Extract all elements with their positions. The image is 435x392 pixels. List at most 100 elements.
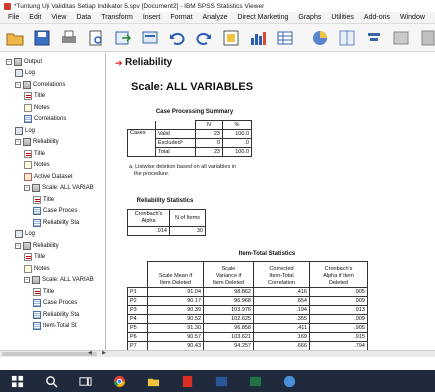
windows-start-icon[interactable]: [6, 372, 28, 390]
scroll-right-icon[interactable]: ▶: [102, 350, 106, 357]
pdf-icon[interactable]: [176, 372, 198, 390]
insert-output-icon[interactable]: [363, 28, 385, 48]
cell-mean: 91.30: [147, 323, 204, 333]
reliability-stats-title: Reliability Statistics: [136, 198, 194, 204]
notes-icon: [24, 161, 32, 169]
outline-item[interactable]: Case Proces: [33, 207, 77, 216]
variables-icon[interactable]: [274, 28, 296, 48]
outline-item-label: Item-Total St: [43, 323, 77, 329]
pie-icon[interactable]: [309, 28, 331, 48]
menu-insert[interactable]: Insert: [138, 14, 166, 21]
cell-var: 98.862: [203, 287, 254, 297]
open-icon[interactable]: [4, 28, 26, 48]
menu-analyze[interactable]: Analyze: [198, 14, 233, 21]
reliability-stats-table[interactable]: Cronbach's Alpha N of Items .914 30: [127, 209, 206, 236]
outline-item[interactable]: Title: [24, 92, 45, 101]
cell-var: 94.257: [203, 341, 254, 350]
collapse-toggle-icon[interactable]: −: [6, 58, 12, 65]
outline-item[interactable]: Title: [24, 253, 45, 262]
outline-item[interactable]: Correlations: [24, 115, 66, 124]
outline-item[interactable]: Title: [33, 287, 54, 296]
outline-item[interactable]: Notes: [24, 264, 50, 273]
outline-item[interactable]: Item-Total St: [33, 322, 77, 331]
file-explorer-icon[interactable]: [142, 372, 164, 390]
outline-item[interactable]: Active Dataset: [24, 172, 73, 181]
script-icon[interactable]: [417, 28, 435, 48]
menu-graphs[interactable]: Graphs: [293, 14, 326, 21]
menu-data[interactable]: Data: [71, 14, 96, 21]
goto-data-icon[interactable]: [220, 28, 242, 48]
cell-alpha: .794: [309, 341, 368, 350]
task-view-icon[interactable]: [74, 372, 96, 390]
chrome-icon[interactable]: [108, 372, 130, 390]
outline-item[interactable]: − Correlations: [15, 80, 65, 89]
menu-view[interactable]: View: [46, 14, 71, 21]
menu-direct-marketing[interactable]: Direct Marketing: [232, 14, 293, 21]
outline-item[interactable]: Reliability Sta: [33, 218, 79, 227]
menu-window[interactable]: Window: [395, 14, 430, 21]
outline-item[interactable]: − Reliability: [15, 138, 59, 147]
goto-case-icon[interactable]: [247, 28, 269, 48]
export-icon[interactable]: [112, 28, 134, 48]
print-icon[interactable]: [58, 28, 80, 48]
recall-dialog-icon[interactable]: [139, 28, 161, 48]
outline-item[interactable]: − Scale: ALL VARIAB: [24, 276, 94, 285]
collapse-toggle-icon[interactable]: −: [24, 277, 30, 283]
header-line: Corrected: [269, 266, 294, 272]
print-preview-icon[interactable]: [85, 28, 107, 48]
collapse-toggle-icon[interactable]: −: [15, 242, 21, 249]
book-icon: [23, 241, 31, 250]
menu-help[interactable]: Help: [430, 14, 435, 21]
scrollbar-thumb[interactable]: [2, 352, 97, 356]
menu-format[interactable]: Format: [165, 14, 197, 21]
cell-corr: .194: [253, 305, 310, 315]
item-total-table[interactable]: Scale Mean if Item Deleted Scale Variance i…: [127, 261, 368, 350]
log-icon: [15, 126, 23, 135]
outline-item-label: Case Proces: [43, 208, 78, 214]
outline-item[interactable]: Log: [15, 69, 35, 78]
window-title: *Tuntung Uji Validitas Setiap Indikator …: [14, 2, 265, 10]
menu-add-ons[interactable]: Add-ons: [359, 14, 395, 21]
menu-utilities[interactable]: Utilities: [326, 14, 359, 21]
outline-item-label: Active Dataset: [34, 173, 73, 180]
outline-item[interactable]: Reliability Sta: [33, 310, 79, 319]
redo-icon[interactable]: [193, 28, 215, 48]
outline-horizontal-scrollbar[interactable]: [0, 350, 435, 357]
outline-item[interactable]: Log: [15, 126, 35, 135]
outline-item-label: Title: [34, 150, 46, 157]
word-icon[interactable]: [210, 372, 232, 390]
menu-transform[interactable]: Transform: [96, 14, 138, 21]
designate-window-icon[interactable]: [390, 28, 412, 48]
outline-item[interactable]: − Output: [6, 57, 42, 66]
collapse-toggle-icon[interactable]: −: [15, 139, 21, 145]
split-icon[interactable]: [336, 28, 358, 48]
collapse-toggle-icon[interactable]: −: [24, 185, 30, 191]
outline-item[interactable]: − Reliability: [15, 241, 59, 250]
cell-corr: .411: [253, 323, 310, 333]
outline-item[interactable]: Title: [24, 149, 45, 158]
reliability-heading: Reliability: [125, 57, 173, 68]
menu-edit[interactable]: Edit: [24, 14, 46, 21]
menu-file[interactable]: File: [3, 14, 24, 21]
pane-scroll-arrows: ◀ ▶: [88, 350, 106, 357]
outline-item[interactable]: Log: [15, 230, 35, 239]
col-header-n-items: N of Items: [169, 209, 206, 227]
outline-item[interactable]: Notes: [24, 103, 50, 112]
cell-mean: 90.52: [147, 314, 204, 324]
outline-item[interactable]: Title: [33, 195, 54, 204]
table-corner: [127, 261, 148, 288]
scroll-left-icon[interactable]: ◀: [88, 350, 92, 357]
case-summary-table[interactable]: N % Cases Valid 23 100.0 Excludedᵃ 0 .0 …: [127, 120, 252, 157]
log-icon: [15, 69, 23, 77]
outline-item[interactable]: Case Proces: [33, 299, 77, 308]
excel-icon[interactable]: [244, 372, 266, 390]
spss-taskbar-icon[interactable]: [278, 372, 300, 390]
collapse-toggle-icon[interactable]: −: [15, 81, 21, 88]
outline-item[interactable]: Notes: [24, 161, 50, 170]
search-icon[interactable]: [40, 372, 62, 390]
outline-item-label: Title: [43, 288, 55, 295]
save-icon[interactable]: [31, 28, 53, 48]
cell-mean: 91.04: [147, 287, 204, 297]
undo-icon[interactable]: [166, 28, 188, 48]
outline-item[interactable]: − Scale: ALL VARIAB: [24, 184, 94, 193]
